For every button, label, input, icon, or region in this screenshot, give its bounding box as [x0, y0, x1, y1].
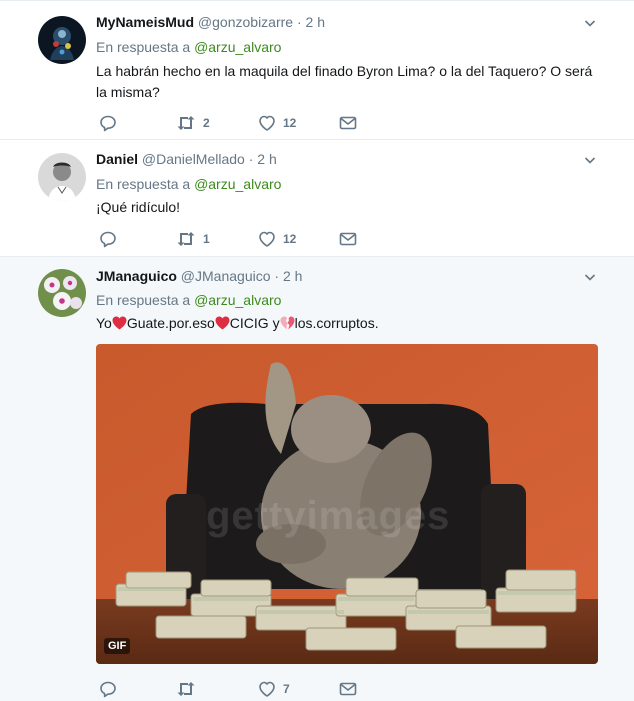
- retweet-icon: [175, 229, 197, 249]
- gif-badge: GIF: [104, 638, 131, 654]
- media-watermark: gettyimages: [206, 494, 451, 538]
- reply-mention-link[interactable]: @arzu_alvaro: [194, 39, 281, 55]
- red-heart-emoji: [215, 316, 230, 330]
- like-button[interactable]: 12: [257, 113, 296, 133]
- direct-message-icon: [338, 229, 358, 249]
- avatar[interactable]: [38, 153, 86, 201]
- broken-heart-emoji: [280, 316, 295, 330]
- like-button[interactable]: 7: [257, 679, 290, 699]
- text-segment: los.corruptos.: [294, 315, 379, 331]
- reply-icon: [98, 679, 118, 699]
- tweet-text: ¡Qué ridículo!: [96, 199, 181, 215]
- reply-button[interactable]: [98, 679, 118, 699]
- like-icon: [257, 229, 277, 249]
- separator-dot: ·: [248, 151, 254, 167]
- tweet-header: MyNameisMud @gonzobizarre · 2 h: [96, 14, 325, 30]
- user-handle[interactable]: @JManaguico: [181, 268, 271, 284]
- timestamp[interactable]: 2 h: [283, 268, 302, 284]
- reply-mention-link[interactable]: @arzu_alvaro: [194, 176, 281, 192]
- tweet[interactable]: MyNameisMud @gonzobizarre · 2 h En respu…: [0, 0, 634, 140]
- retweet-count: 2: [203, 116, 210, 130]
- separator-dot: ·: [274, 268, 280, 284]
- like-count: 12: [283, 232, 297, 246]
- display-name[interactable]: MyNameisMud: [96, 14, 194, 30]
- retweet-button[interactable]: [175, 679, 197, 699]
- timestamp[interactable]: 2 h: [306, 14, 325, 30]
- retweet-count: 1: [203, 232, 210, 246]
- like-count: 12: [283, 116, 297, 130]
- tweet-actions: 1 12: [96, 229, 366, 249]
- timestamp[interactable]: 2 h: [257, 151, 276, 167]
- tweet-text: La habrán hecho en la maquila del finado…: [96, 63, 593, 100]
- reply-context: En respuesta a @arzu_alvaro: [96, 176, 281, 192]
- like-button[interactable]: 12: [257, 229, 296, 249]
- direct-message-button[interactable]: [338, 113, 358, 133]
- reply-button[interactable]: [98, 113, 118, 133]
- tweet[interactable]: Daniel @DanielMellado · 2 h En respuesta…: [0, 140, 634, 257]
- like-icon: [257, 113, 277, 133]
- display-name[interactable]: JManaguico: [96, 268, 177, 284]
- separator-dot: ·: [296, 14, 302, 30]
- reply-context: En respuesta a @arzu_alvaro: [96, 292, 281, 308]
- direct-message-button[interactable]: [338, 229, 358, 249]
- avatar[interactable]: [38, 269, 86, 317]
- tweet-text: Yo Guate.por.eso CICIG y los.corruptos.: [96, 313, 596, 334]
- retweet-icon: [175, 679, 197, 699]
- retweet-button[interactable]: 1: [175, 229, 210, 249]
- reply-prefix: En respuesta a: [96, 176, 191, 192]
- tweet-header: Daniel @DanielMellado · 2 h: [96, 151, 277, 167]
- reply-mention-link[interactable]: @arzu_alvaro: [194, 292, 281, 308]
- retweet-button[interactable]: 2: [175, 113, 210, 133]
- reply-button[interactable]: [98, 229, 118, 249]
- text-segment: Yo: [96, 315, 112, 331]
- tweet[interactable]: JManaguico @JManaguico · 2 h En respuest…: [0, 257, 634, 701]
- text-segment: Guate.por.eso: [126, 315, 215, 331]
- display-name[interactable]: Daniel: [96, 151, 138, 167]
- like-count: 7: [283, 682, 290, 696]
- user-handle[interactable]: @DanielMellado: [142, 151, 245, 167]
- caret-down-icon[interactable]: [584, 154, 596, 166]
- reply-icon: [98, 113, 118, 133]
- like-icon: [257, 679, 277, 699]
- retweet-icon: [175, 113, 197, 133]
- tweet-actions: 2 12: [96, 113, 366, 133]
- direct-message-icon: [338, 679, 358, 699]
- text-segment: CICIG y: [229, 315, 280, 331]
- direct-message-icon: [338, 113, 358, 133]
- reply-icon: [98, 229, 118, 249]
- gif-media[interactable]: gettyimages GIF: [96, 344, 598, 664]
- reply-context: En respuesta a @arzu_alvaro: [96, 39, 281, 55]
- user-handle[interactable]: @gonzobizarre: [198, 14, 293, 30]
- caret-down-icon[interactable]: [584, 271, 596, 283]
- reply-prefix: En respuesta a: [96, 292, 191, 308]
- caret-down-icon[interactable]: [584, 17, 596, 29]
- tweet-header: JManaguico @JManaguico · 2 h: [96, 268, 302, 284]
- reply-prefix: En respuesta a: [96, 39, 191, 55]
- tweet-actions: 7: [96, 679, 366, 699]
- avatar[interactable]: [38, 16, 86, 64]
- direct-message-button[interactable]: [338, 679, 358, 699]
- red-heart-emoji: [112, 316, 127, 330]
